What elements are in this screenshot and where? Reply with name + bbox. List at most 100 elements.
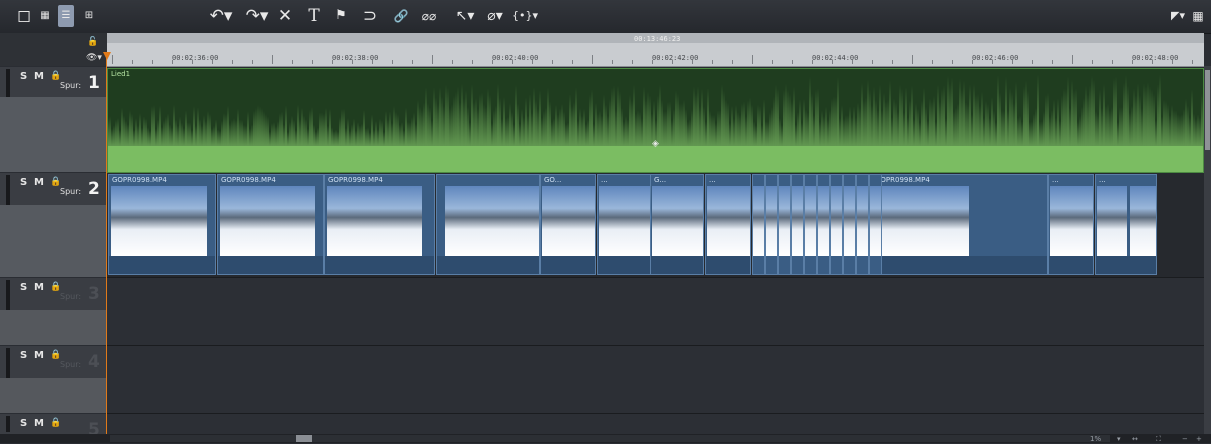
grid-settings-icon[interactable]: ▦ bbox=[1190, 5, 1206, 27]
zoom-level: 1% bbox=[1090, 435, 1102, 443]
track-header-3[interactable]: S M 🔒 Spur: 3 bbox=[0, 278, 108, 345]
ruler-header: 🔓 👁▾ bbox=[0, 33, 107, 66]
video-clip[interactable]: GOPR0998.MP4 bbox=[871, 174, 1048, 275]
video-clip[interactable] bbox=[765, 174, 778, 275]
video-clip[interactable]: ... bbox=[597, 174, 651, 275]
playhead-marker-icon[interactable] bbox=[103, 52, 111, 60]
marker-menu-icon[interactable]: ◤▾ bbox=[1168, 5, 1188, 27]
horizontal-scrollbar[interactable] bbox=[0, 434, 1211, 443]
video-clip[interactable]: ... bbox=[1048, 174, 1094, 275]
eraser-icon[interactable]: ⌀▾ bbox=[484, 5, 506, 27]
zoom-in-icon[interactable]: + bbox=[1196, 435, 1202, 443]
video-clip[interactable]: GO... bbox=[540, 174, 596, 275]
mute-button[interactable]: M bbox=[34, 418, 44, 429]
zoom-menu-icon[interactable]: ▾ bbox=[1117, 435, 1121, 443]
playhead-timecode: 00:13:46:23 bbox=[634, 35, 681, 43]
track-header-5[interactable]: S M 🔒 5 bbox=[0, 414, 108, 434]
single-view-icon[interactable]: ◻ bbox=[16, 5, 32, 27]
lock-icon[interactable]: 🔒 bbox=[50, 177, 61, 187]
clip-label: GOPR0998.MP4 bbox=[328, 176, 383, 184]
mute-button[interactable]: M bbox=[34, 71, 44, 82]
mute-button[interactable]: M bbox=[34, 350, 44, 361]
timeline-toolbar: ◻ ▦ ☰ ⊞ ↶▾ ↷▾ ✕ T ⚑ ⊃ 🔗 ⌀⌀ ↖▾ ⌀▾ {•}▾ ◤▾… bbox=[0, 0, 1211, 34]
solo-button[interactable]: S bbox=[20, 282, 27, 293]
volume-handle-icon[interactable]: ◈ bbox=[652, 139, 659, 149]
video-clip[interactable] bbox=[869, 174, 882, 275]
fit-width-icon[interactable]: ↔ bbox=[1132, 435, 1138, 443]
video-clip[interactable] bbox=[436, 174, 540, 275]
link-icon[interactable]: 🔗 bbox=[392, 5, 410, 27]
clip-label: ... bbox=[601, 176, 608, 184]
clip-label: G... bbox=[654, 176, 667, 184]
video-thumbnail bbox=[707, 186, 750, 256]
video-clip[interactable] bbox=[791, 174, 804, 275]
video-clip[interactable] bbox=[752, 174, 765, 275]
solo-button[interactable]: S bbox=[20, 71, 27, 82]
lock-icon[interactable]: 🔒 bbox=[50, 350, 61, 360]
video-thumbnail bbox=[1050, 186, 1093, 256]
redo-icon[interactable]: ↷▾ bbox=[244, 5, 270, 27]
track-lane-4[interactable] bbox=[107, 346, 1204, 414]
track-number: 1 bbox=[88, 73, 100, 93]
lock-all-icon[interactable]: 🔓 bbox=[87, 37, 98, 47]
volume-band[interactable] bbox=[108, 146, 1203, 172]
video-clip[interactable] bbox=[830, 174, 843, 275]
delete-icon[interactable]: ✕ bbox=[276, 5, 294, 27]
track-label: Spur: bbox=[60, 81, 82, 90]
mute-button[interactable]: M bbox=[34, 177, 44, 188]
marker-icon[interactable]: ⚑ bbox=[333, 5, 349, 27]
list-view-icon[interactable]: ☰ bbox=[58, 5, 74, 27]
video-clip[interactable] bbox=[778, 174, 791, 275]
solo-button[interactable]: S bbox=[20, 177, 27, 188]
solo-button[interactable]: S bbox=[20, 418, 27, 429]
audio-waveform bbox=[108, 74, 1203, 146]
clip-label: Lied1 bbox=[111, 70, 131, 78]
video-clip[interactable] bbox=[856, 174, 869, 275]
track-lane-5[interactable] bbox=[107, 414, 1204, 435]
wrap-icon[interactable]: ⊃ bbox=[361, 5, 379, 27]
visibility-icon[interactable]: 👁▾ bbox=[86, 53, 102, 63]
video-clip[interactable] bbox=[843, 174, 856, 275]
clip-label: GOPR0998.MP4 bbox=[221, 176, 276, 184]
grid-view-icon[interactable]: ▦ bbox=[37, 5, 53, 27]
video-thumbnail bbox=[220, 186, 315, 256]
video-clip[interactable]: ... bbox=[1095, 174, 1157, 275]
track-number: 4 bbox=[88, 352, 100, 372]
mouse-mode-icon[interactable]: ↖▾ bbox=[452, 5, 478, 27]
video-clip[interactable] bbox=[817, 174, 830, 275]
solo-button[interactable]: S bbox=[20, 350, 27, 361]
lock-icon[interactable]: 🔒 bbox=[50, 418, 61, 428]
video-clip[interactable]: GOPR0998.MP4 bbox=[324, 174, 435, 275]
lock-icon[interactable]: 🔒 bbox=[50, 282, 61, 292]
title-tool-icon[interactable]: T bbox=[305, 5, 323, 27]
vertical-scroll-thumb[interactable] bbox=[1205, 70, 1210, 150]
audio-clip[interactable]: ◈ Lied1 bbox=[107, 68, 1204, 173]
video-thumbnail bbox=[327, 186, 422, 256]
video-clip[interactable]: GOPR0998.MP4 bbox=[217, 174, 324, 275]
video-thumbnail bbox=[111, 186, 207, 256]
lock-icon[interactable]: 🔒 bbox=[50, 71, 61, 81]
video-thumbnail bbox=[445, 186, 539, 256]
video-thumbnail bbox=[542, 186, 595, 256]
effects-icon[interactable]: {•}▾ bbox=[508, 5, 542, 27]
track-header-4[interactable]: S M 🔒 Spur: 4 bbox=[0, 346, 108, 413]
video-clip[interactable] bbox=[804, 174, 817, 275]
playhead[interactable] bbox=[106, 52, 107, 434]
unlink-icon[interactable]: ⌀⌀ bbox=[418, 5, 440, 27]
track-lane-3[interactable] bbox=[107, 278, 1204, 346]
horizontal-scroll-thumb[interactable] bbox=[296, 435, 312, 442]
track-label: Spur: bbox=[60, 292, 82, 301]
tree-view-icon[interactable]: ⊞ bbox=[80, 5, 98, 27]
clip-label: GOPR0998.MP4 bbox=[112, 176, 167, 184]
video-thumbnail bbox=[652, 186, 703, 256]
video-clip[interactable]: GOPR0998.MP4 bbox=[108, 174, 216, 275]
mute-button[interactable]: M bbox=[34, 282, 44, 293]
zoom-out-icon[interactable]: − bbox=[1182, 435, 1188, 443]
track-label: Spur: bbox=[60, 360, 82, 369]
track-header-2[interactable]: S M 🔒 Spur: 2 bbox=[0, 173, 108, 277]
video-clip[interactable]: ... bbox=[705, 174, 751, 275]
clip-label: ... bbox=[1052, 176, 1059, 184]
track-header-1[interactable]: S M 🔒 Spur: 1 bbox=[0, 67, 108, 172]
undo-icon[interactable]: ↶▾ bbox=[208, 5, 234, 27]
video-clip[interactable]: G... bbox=[650, 174, 704, 275]
